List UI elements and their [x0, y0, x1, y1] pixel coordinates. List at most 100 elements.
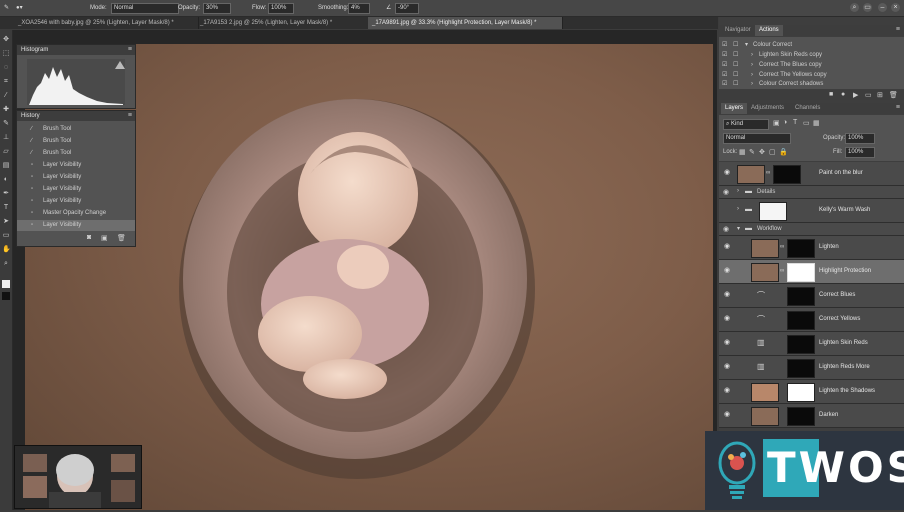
blend-mode-select[interactable]: Normal — [723, 133, 791, 144]
panel-menu-icon[interactable]: ≡ — [128, 46, 132, 53]
layer-row[interactable]: ◉ ∞ Paint on the blur — [719, 162, 904, 186]
chevron-down-icon[interactable]: ▾ — [737, 225, 740, 232]
record-icon[interactable]: ● — [841, 91, 845, 98]
smoothing-field[interactable]: 4% — [348, 3, 370, 14]
stop-icon[interactable]: ■ — [829, 91, 833, 98]
history-item[interactable]: ▫ Layer Visibility — [17, 160, 135, 171]
background-color-swatch[interactable] — [2, 292, 10, 300]
play-icon[interactable]: ▶ — [853, 91, 858, 99]
history-item[interactable]: ∕ Brush Tool — [17, 148, 135, 159]
history-item[interactable]: ▫ Layer Visibility — [17, 196, 135, 207]
panel-menu-icon[interactable]: ≡ — [896, 26, 900, 33]
panel-menu-icon[interactable]: ≡ — [128, 112, 132, 119]
eyedropper-tool-icon[interactable]: ⁄ — [2, 92, 10, 100]
layer-row[interactable]: ◉ ∞ Lighten — [719, 236, 904, 260]
tab-actions[interactable]: Actions — [755, 25, 783, 36]
zoom-tool-icon[interactable]: ⌕ — [2, 260, 10, 268]
move-tool-icon[interactable]: ✥ — [2, 36, 10, 44]
history-item-selected[interactable]: ▫ Layer Visibility — [17, 220, 135, 231]
tab-navigator[interactable]: Navigator — [721, 25, 755, 36]
layer-opacity-field[interactable]: 100% — [845, 133, 875, 144]
dodge-tool-icon[interactable]: ◐ — [2, 176, 10, 184]
eraser-tool-icon[interactable]: ▱ — [2, 148, 10, 156]
eye-icon[interactable]: ◉ — [723, 315, 731, 323]
path-tool-icon[interactable]: ➤ — [2, 218, 10, 226]
history-item[interactable]: ▫ Layer Visibility — [17, 184, 135, 195]
eye-icon[interactable]: ◉ — [723, 411, 731, 419]
action-item[interactable]: ☑ ☐ › Correct The Blues copy — [719, 60, 904, 70]
layer-group-row[interactable]: ◉ › ▬ Details — [719, 186, 904, 199]
hand-tool-icon[interactable]: ✋ — [2, 246, 11, 254]
eye-icon[interactable]: ◉ — [723, 169, 731, 177]
opacity-field[interactable]: 30% — [203, 3, 231, 14]
pen-tool-icon[interactable]: ✒ — [2, 190, 10, 198]
trash-icon[interactable]: 🗑 — [889, 91, 898, 99]
layer-row[interactable]: ◉ Lighten the Shadows — [719, 380, 904, 404]
close-icon[interactable]: × — [891, 3, 900, 12]
action-item[interactable]: ☑ ☐ › Lighten Skin Reds copy — [719, 50, 904, 60]
foreground-color-swatch[interactable] — [2, 280, 10, 288]
document-tab[interactable]: _XOA2546 with baby.jpg @ 25% (Lighten, L… — [14, 17, 199, 29]
flow-field[interactable]: 100% — [268, 3, 294, 14]
history-item[interactable]: ▫ Layer Visibility — [17, 172, 135, 183]
mode-select[interactable]: Normal — [111, 3, 179, 14]
lock-all-icon[interactable]: 🔒 — [779, 148, 788, 156]
layer-row-selected[interactable]: ◉ ∞ Highlight Protection — [719, 260, 904, 284]
workspace-icon[interactable]: ▭ — [863, 3, 872, 12]
minimize-icon[interactable]: – — [878, 3, 887, 12]
filter-type-icon[interactable]: T — [793, 119, 797, 126]
eye-icon[interactable]: ◉ — [723, 188, 729, 196]
document-tab-active[interactable]: _17A9891.jpg @ 33.3% (Highlight Protecti… — [368, 17, 563, 29]
layer-fill-field[interactable]: 100% — [845, 147, 875, 158]
action-item[interactable]: ☑ ☐ › Correct The Yellows copy — [719, 70, 904, 80]
filter-smart-icon[interactable]: ▦ — [813, 119, 820, 127]
shape-tool-icon[interactable]: ▭ — [2, 232, 10, 240]
search-icon[interactable]: ⌕ — [850, 3, 859, 12]
lock-artboard-icon[interactable]: ▢ — [769, 148, 776, 156]
filter-pixel-icon[interactable]: ▣ — [773, 119, 780, 127]
marquee-tool-icon[interactable]: ⬚ — [2, 50, 10, 58]
tab-layers[interactable]: Layers — [721, 103, 748, 114]
lasso-tool-icon[interactable]: ◌ — [2, 64, 10, 72]
brush-tool-icon[interactable]: ✎ — [2, 120, 10, 128]
panel-menu-icon[interactable]: ≡ — [896, 104, 900, 111]
layer-group-row[interactable]: ◉ ▾ ▬ Workflow — [719, 223, 904, 236]
tab-channels[interactable]: Channels — [791, 103, 824, 114]
document-tab[interactable]: _17A9153 2.jpg @ 25% (Lighten, Layer Mas… — [196, 17, 371, 29]
layer-row[interactable]: ◉ Darken — [719, 404, 904, 428]
stamp-tool-icon[interactable]: ⊥ — [2, 134, 10, 142]
history-item[interactable]: ∕ Brush Tool — [17, 124, 135, 135]
tab-adjustments[interactable]: Adjustments — [747, 103, 788, 114]
layer-row[interactable]: › ▬ Kelly's Warm Wash — [719, 199, 904, 223]
eye-icon[interactable]: ◉ — [723, 339, 731, 347]
new-action-icon[interactable]: ⊞ — [877, 91, 883, 99]
camera-icon[interactable]: ▣ — [101, 234, 108, 242]
action-item[interactable]: ☑ ☐ ▾ Colour Correct — [719, 40, 904, 50]
eye-icon[interactable]: ◉ — [723, 243, 731, 251]
chevron-right-icon[interactable]: › — [737, 188, 739, 194]
layer-row[interactable]: ◉ ▥ Lighten Reds More — [719, 356, 904, 380]
eye-icon[interactable]: ◉ — [723, 267, 731, 275]
filter-adjustment-icon[interactable]: ◑ — [783, 119, 787, 126]
layer-row[interactable]: ◉ ▥ Lighten Skin Reds — [719, 332, 904, 356]
gradient-tool-icon[interactable]: ▤ — [2, 162, 10, 170]
brush-preset-picker[interactable]: ●▾ — [16, 3, 23, 13]
lock-paint-icon[interactable]: ✎ — [749, 148, 755, 156]
chevron-right-icon[interactable]: › — [737, 206, 739, 212]
eye-icon[interactable]: ◉ — [723, 387, 731, 395]
layer-row[interactable]: ◉ ⌒ Correct Blues — [719, 284, 904, 308]
lock-pixels-icon[interactable]: ▦ — [739, 148, 746, 156]
action-item[interactable]: ☑ ☐ › Colour Correct shadows — [719, 80, 904, 89]
layer-row[interactable]: ◉ ⌒ Correct Yellows — [719, 308, 904, 332]
angle-field[interactable]: -90° — [395, 3, 419, 14]
snapshot-icon[interactable]: ◙ — [87, 234, 91, 241]
folder-icon[interactable]: ▭ — [865, 91, 872, 99]
eye-icon[interactable]: ◉ — [723, 291, 731, 299]
filter-kind-select[interactable]: ⌕ Kind — [723, 119, 769, 130]
filter-shape-icon[interactable]: ▭ — [803, 119, 810, 127]
eye-icon[interactable]: ◉ — [723, 225, 729, 233]
healing-tool-icon[interactable]: ✚ — [2, 106, 10, 114]
crop-tool-icon[interactable]: ⌗ — [2, 78, 10, 86]
brush-tool-icon[interactable]: ✎ — [4, 3, 9, 13]
type-tool-icon[interactable]: T — [2, 204, 10, 212]
